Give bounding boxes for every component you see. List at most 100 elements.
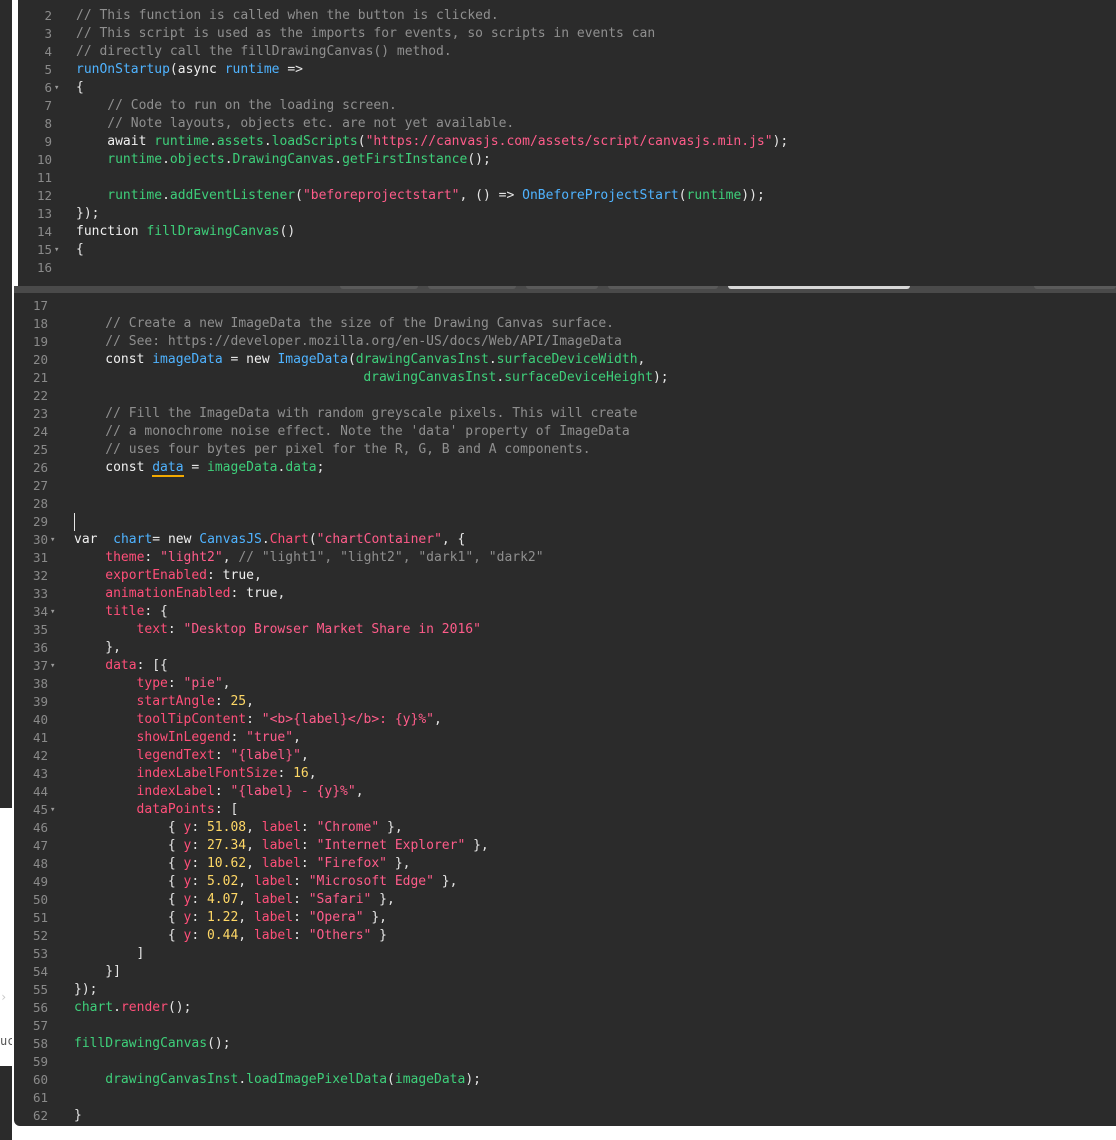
code-line[interactable]: 12 runtime.addEventListener("beforeprojec…: [18, 187, 1116, 205]
code-token: chart: [113, 532, 153, 547]
code-line[interactable]: 27: [14, 477, 1116, 495]
code-token: const: [105, 460, 153, 475]
code-line[interactable]: 44 indexLabel: "{label} - {y}%",: [14, 783, 1116, 801]
code-line[interactable]: 51 { y: 1.22, label: "Opera" },: [14, 909, 1116, 927]
code-line[interactable]: 14 function fillDrawingCanvas(): [18, 223, 1116, 241]
code-line[interactable]: 17: [14, 297, 1116, 315]
code-line[interactable]: 41 showInLegend: "true",: [14, 729, 1116, 747]
code-token: "{label}": [230, 748, 301, 763]
line-number: 41: [32, 730, 48, 745]
code-line[interactable]: 62}: [14, 1107, 1116, 1125]
line-number: 40: [32, 712, 48, 727]
code-line[interactable]: 3 // This script is used as the imports f…: [18, 25, 1116, 43]
code-line[interactable]: 36},: [14, 639, 1116, 657]
fold-arrow-icon[interactable]: ▾: [54, 79, 59, 97]
code-line[interactable]: 37 ▾ data: [{: [14, 657, 1116, 675]
code-token: ();: [207, 1036, 231, 1051]
line-number: 7: [44, 98, 52, 113]
fold-arrow-icon[interactable]: ▾: [50, 603, 55, 621]
code-line[interactable]: 11: [18, 169, 1116, 187]
code-line[interactable]: 59: [14, 1053, 1116, 1071]
line-number: 6: [44, 80, 52, 95]
code-token: ,: [238, 910, 254, 925]
code-line[interactable]: 50 { y: 4.07, label: "Safari" },: [14, 891, 1116, 909]
code-line[interactable]: 23 // Fill the ImageData with random grey…: [14, 405, 1116, 423]
line-number: 19: [32, 334, 48, 349]
line-number: 37: [32, 658, 48, 673]
code-line[interactable]: 4 // directly call the fillDrawingCanvas(…: [18, 43, 1116, 61]
code-line[interactable]: 55});: [14, 981, 1116, 999]
tab-stub[interactable]: [526, 286, 598, 289]
code-line[interactable]: 40 toolTipContent: "<b>{label}</b>: {y}%"…: [14, 711, 1116, 729]
code-line[interactable]: 9 await runtime.assets.loadScripts("https…: [18, 133, 1116, 151]
fold-arrow-icon[interactable]: ▾: [50, 531, 55, 549]
code-line[interactable]: 30 ▾ var chart= new CanvasJS.Chart("chartC…: [14, 531, 1116, 549]
code-line[interactable]: 31 theme: "light2", // "light1", "light2"…: [14, 549, 1116, 567]
code-token: function: [76, 224, 147, 239]
code-line[interactable]: 39 startAngle: 25,: [14, 693, 1116, 711]
code-line[interactable]: 13});: [18, 205, 1116, 223]
code-token: runtime: [686, 188, 742, 203]
code-line[interactable]: 22: [14, 387, 1116, 405]
code-line[interactable]: 48 { y: 10.62, label: "Firefox" },: [14, 855, 1116, 873]
code-line[interactable]: 60 drawingCanvasInst.loadImagePixelData(i…: [14, 1071, 1116, 1089]
code-line[interactable]: 15 ▾ {: [18, 241, 1116, 259]
code-line[interactable]: 18 // Create a new ImageData the size of …: [14, 315, 1116, 333]
code-line[interactable]: 57: [14, 1017, 1116, 1035]
code-line[interactable]: 53]: [14, 945, 1116, 963]
code-line[interactable]: 32 exportEnabled: true,: [14, 567, 1116, 585]
code-line[interactable]: 38 type: "pie",: [14, 675, 1116, 693]
code-line[interactable]: 5 runOnStartup(async runtime =>: [18, 61, 1116, 79]
tab-stub[interactable]: [1034, 286, 1116, 289]
code-editor-bottom-panel[interactable]: 17 18 // Create a new ImageData the size o…: [14, 293, 1116, 1126]
code-line[interactable]: 25 // uses four bytes per pixel for the R…: [14, 441, 1116, 459]
code-line[interactable]: 61: [14, 1089, 1116, 1107]
code-line[interactable]: 49 { y: 5.02, label: "Microsoft Edge" },: [14, 873, 1116, 891]
tab-stub[interactable]: [608, 286, 718, 289]
fold-arrow-icon[interactable]: ▾: [50, 801, 55, 819]
code-text: // uses four bytes per pixel for the R, …: [105, 441, 590, 459]
code-line[interactable]: 6 ▾ {: [18, 79, 1116, 97]
code-token: {: [167, 838, 184, 853]
fold-arrow-icon[interactable]: ▾: [50, 657, 55, 675]
line-number: 27: [32, 478, 48, 493]
code-token: addEventListener: [169, 188, 296, 203]
code-line[interactable]: 10 runtime.objects.DrawingCanvas.getFirst…: [18, 151, 1116, 169]
code-line[interactable]: 43 indexLabelFontSize: 16,: [14, 765, 1116, 783]
code-line[interactable]: 19 // See: https://developer.mozilla.org/…: [14, 333, 1116, 351]
code-line[interactable]: 7 // Code to run on the loading screen.: [18, 97, 1116, 115]
code-line[interactable]: 33 animationEnabled: true,: [14, 585, 1116, 603]
code-line[interactable]: 16: [18, 259, 1116, 277]
code-line[interactable]: 26 const data = imageData.data;: [14, 459, 1116, 477]
code-token: var: [74, 532, 114, 547]
tab-stub-active[interactable]: [728, 286, 910, 289]
fold-arrow-icon[interactable]: ▾: [54, 241, 59, 259]
code-line[interactable]: 46 { y: 51.08, label: "Chrome" },: [14, 819, 1116, 837]
code-token: 5.02: [206, 874, 239, 889]
code-line[interactable]: 45 ▾ dataPoints: [: [14, 801, 1116, 819]
code-text: drawingCanvasInst.loadImagePixelData(ima…: [105, 1071, 481, 1089]
code-line[interactable]: 54}]: [14, 963, 1116, 981]
code-line[interactable]: 58 fillDrawingCanvas();: [14, 1035, 1116, 1053]
code-line[interactable]: 52 { y: 0.44, label: "Others" }: [14, 927, 1116, 945]
tab-stub[interactable]: [428, 286, 516, 289]
code-line[interactable]: 8 // Note layouts, objects etc. are not y…: [18, 115, 1116, 133]
code-token: true: [246, 586, 278, 601]
code-line[interactable]: 35 text: "Desktop Browser Market Share in…: [14, 621, 1116, 639]
code-line[interactable]: 47 { y: 27.34, label: "Internet Explorer"…: [14, 837, 1116, 855]
code-editor-top-panel[interactable]: 2 // This function is called when the but…: [18, 0, 1116, 286]
code-token: :: [167, 676, 184, 691]
code-line[interactable]: 29: [14, 513, 1116, 531]
code-text: // This function is called when the butt…: [76, 7, 499, 25]
code-line[interactable]: 20 const imageData = new ImageData(drawin…: [14, 351, 1116, 369]
code-line[interactable]: 21 drawingCanvasInst.surfaceDeviceHeight)…: [14, 369, 1116, 387]
code-line[interactable]: 56 chart.render();: [14, 999, 1116, 1017]
code-line[interactable]: 34 ▾ title: {: [14, 603, 1116, 621]
line-number: 4: [44, 44, 52, 59]
code-line[interactable]: 42 legendText: "{label}",: [14, 747, 1116, 765]
code-line[interactable]: 24 // a monochrome noise effect. Note the…: [14, 423, 1116, 441]
line-number: 49: [32, 874, 48, 889]
tab-stub[interactable]: [340, 286, 418, 289]
code-line[interactable]: 28: [14, 495, 1116, 513]
code-line[interactable]: 2 // This function is called when the but…: [18, 7, 1116, 25]
